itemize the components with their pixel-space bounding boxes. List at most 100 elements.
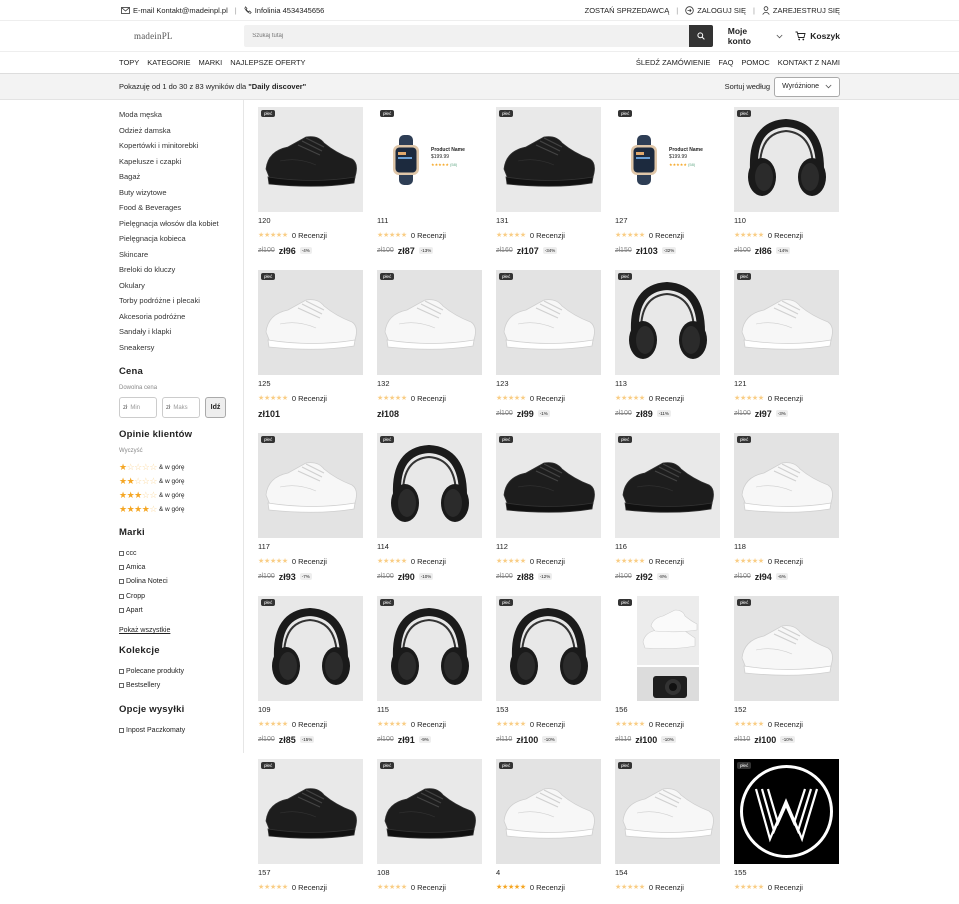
product-card[interactable]: płeć 109 ★★★★★ 0 Recenzji zł100 zł85 -15%	[258, 596, 363, 759]
product-image[interactable]: płeć	[258, 759, 363, 864]
product-card[interactable]: płeć 123 ★★★★★ 0 Recenzji zł100 zł99 -1%	[496, 270, 601, 433]
product-name[interactable]: 131	[496, 216, 601, 226]
sort-select[interactable]: Wyróżnione	[774, 76, 840, 97]
nav-best-offers[interactable]: NAJLEPSZE OFERTY	[230, 58, 305, 67]
nav-contact[interactable]: KONTAKT Z NAMI	[778, 58, 840, 67]
nav-faq[interactable]: FAQ	[718, 58, 733, 67]
product-card[interactable]: płeć 155 ★★★★★ 0 Recenzji	[734, 759, 839, 904]
product-image[interactable]: płeć	[377, 433, 482, 538]
category-link[interactable]: Skincare	[119, 247, 243, 263]
product-image[interactable]: płeć	[734, 433, 839, 538]
price-min-input[interactable]: zł Min	[119, 397, 157, 418]
product-name[interactable]: 132	[377, 379, 482, 389]
checkbox-box[interactable]	[119, 579, 124, 585]
product-name[interactable]: 123	[496, 379, 601, 389]
category-link[interactable]: Kapelusze i czapki	[119, 154, 243, 170]
product-name[interactable]: 116	[615, 542, 720, 552]
product-name[interactable]: 108	[377, 868, 482, 878]
product-card[interactable]: płeć 4 ★★★★★ 0 Recenzji	[496, 759, 601, 904]
product-image[interactable]: płeć	[734, 107, 839, 212]
product-card[interactable]: płeć 114 ★★★★★ 0 Recenzji zł100 zł90 -10%	[377, 433, 482, 596]
account-menu[interactable]: Moje konto	[728, 26, 783, 46]
brand-checkbox[interactable]: Dolina Noteci	[119, 575, 243, 589]
checkbox-box[interactable]	[119, 607, 124, 613]
product-card[interactable]: płeć 115 ★★★★★ 0 Recenzji zł100 zł91 -9%	[377, 596, 482, 759]
category-link[interactable]: Bagaż	[119, 169, 243, 185]
product-name[interactable]: 112	[496, 542, 601, 552]
product-card[interactable]: płeć 112 ★★★★★ 0 Recenzji zł100 zł88 -12%	[496, 433, 601, 596]
checkbox-box[interactable]	[119, 564, 124, 570]
product-name[interactable]: 110	[734, 216, 839, 226]
product-card[interactable]: płeć 118 ★★★★★ 0 Recenzji zł100 zł94 -6%	[734, 433, 839, 596]
product-name[interactable]: 118	[734, 542, 839, 552]
product-card[interactable]: płeć 156 ★★★★★ 0 Recenzji zł110 zł100 -10%	[615, 596, 720, 759]
brand-checkbox[interactable]: Cropp	[119, 589, 243, 603]
product-name[interactable]: 113	[615, 379, 720, 389]
price-any[interactable]: Dowolna cena	[119, 385, 243, 391]
category-link[interactable]: Okulary	[119, 278, 243, 294]
product-card[interactable]: płeć 120 ★★★★★ 0 Recenzji zł100 zł96 -4%	[258, 107, 363, 270]
category-link[interactable]: Moda męska	[119, 107, 243, 123]
product-image[interactable]: płeć	[734, 270, 839, 375]
product-image[interactable]: płeć	[377, 596, 482, 701]
category-link[interactable]: Akcesoria podróżne	[119, 309, 243, 325]
category-link[interactable]: Torby podróżne i plecaki	[119, 293, 243, 309]
category-link[interactable]: Kopertówki i minitorebki	[119, 138, 243, 154]
ratings-clear[interactable]: Wyczyść	[119, 448, 243, 454]
product-image[interactable]: płeć	[615, 433, 720, 538]
product-image[interactable]: płeć	[377, 270, 482, 375]
product-name[interactable]: 109	[258, 705, 363, 715]
category-link[interactable]: Pielęgnacja kobieca	[119, 231, 243, 247]
product-name[interactable]: 120	[258, 216, 363, 226]
price-go-button[interactable]: Idź	[205, 397, 226, 418]
product-card[interactable]: płeć 108 ★★★★★ 0 Recenzji	[377, 759, 482, 904]
register-link[interactable]: ZAREJESTRUJ SIĘ	[762, 6, 840, 15]
email-contact[interactable]: E-mail Kontakt@madeinpl.pl	[121, 6, 228, 15]
product-image[interactable]: płeć	[496, 759, 601, 864]
product-card[interactable]: płeć 117 ★★★★★ 0 Recenzji zł100 zł93 -7%	[258, 433, 363, 596]
product-name[interactable]: 156	[615, 705, 720, 715]
brand-checkbox[interactable]: ccc	[119, 546, 243, 560]
product-image[interactable]: płeć	[615, 270, 720, 375]
product-card[interactable]: Product Name $199.99 ★★★★★ (58) płeć 111 ★★★★…	[377, 107, 482, 270]
product-name[interactable]: 152	[734, 705, 839, 715]
category-link[interactable]: Pielęgnacja włosów dla kobiet	[119, 216, 243, 232]
product-name[interactable]: 4	[496, 868, 601, 878]
search-input[interactable]	[244, 25, 689, 47]
product-image[interactable]: Product Name $199.99 ★★★★★ (58) płeć	[615, 107, 720, 212]
category-link[interactable]: Buty wizytowe	[119, 185, 243, 201]
checkbox-box[interactable]	[119, 669, 124, 675]
become-seller-link[interactable]: ZOSTAŃ SPRZEDAWCĄ	[585, 6, 670, 15]
product-image[interactable]: płeć	[496, 270, 601, 375]
nav-top[interactable]: TOPY	[119, 58, 139, 67]
product-name[interactable]: 153	[496, 705, 601, 715]
product-name[interactable]: 114	[377, 542, 482, 552]
product-card[interactable]: płeć 153 ★★★★★ 0 Recenzji zł110 zł100 -10%	[496, 596, 601, 759]
rating-filter-2[interactable]: ★★☆☆☆ & w górę	[119, 474, 243, 488]
nav-track-order[interactable]: ŚLEDŹ ZAMÓWIENIE	[636, 58, 711, 67]
checkbox-box[interactable]	[119, 727, 124, 733]
product-card[interactable]: płeć 152 ★★★★★ 0 Recenzji zł110 zł100 -10%	[734, 596, 839, 759]
product-name[interactable]: 154	[615, 868, 720, 878]
rating-filter-3[interactable]: ★★★☆☆ & w górę	[119, 488, 243, 502]
product-card[interactable]: płeć 116 ★★★★★ 0 Recenzji zł100 zł92 -8%	[615, 433, 720, 596]
product-image[interactable]: płeć	[258, 433, 363, 538]
product-image[interactable]: płeć	[496, 107, 601, 212]
product-name[interactable]: 115	[377, 705, 482, 715]
product-name[interactable]: 121	[734, 379, 839, 389]
checkbox-box[interactable]	[119, 683, 124, 689]
rating-filter-1[interactable]: ★☆☆☆☆ & w górę	[119, 460, 243, 474]
product-image[interactable]: płeć	[377, 759, 482, 864]
product-card[interactable]: płeć 154 ★★★★★ 0 Recenzji	[615, 759, 720, 904]
hotline-contact[interactable]: Infolinia 4534345656	[244, 6, 324, 15]
category-link[interactable]: Sandały i klapki	[119, 324, 243, 340]
product-image[interactable]: płeć	[496, 596, 601, 701]
category-link[interactable]: Food & Beverages	[119, 200, 243, 216]
brand-checkbox[interactable]: Amica	[119, 560, 243, 574]
nav-help[interactable]: POMOC	[741, 58, 769, 67]
product-card[interactable]: płeć 113 ★★★★★ 0 Recenzji zł100 zł89 -11%	[615, 270, 720, 433]
product-card[interactable]: płeć 110 ★★★★★ 0 Recenzji zł100 zł86 -14%	[734, 107, 839, 270]
nav-brands[interactable]: MARKI	[199, 58, 223, 67]
product-name[interactable]: 111	[377, 216, 482, 226]
product-name[interactable]: 125	[258, 379, 363, 389]
